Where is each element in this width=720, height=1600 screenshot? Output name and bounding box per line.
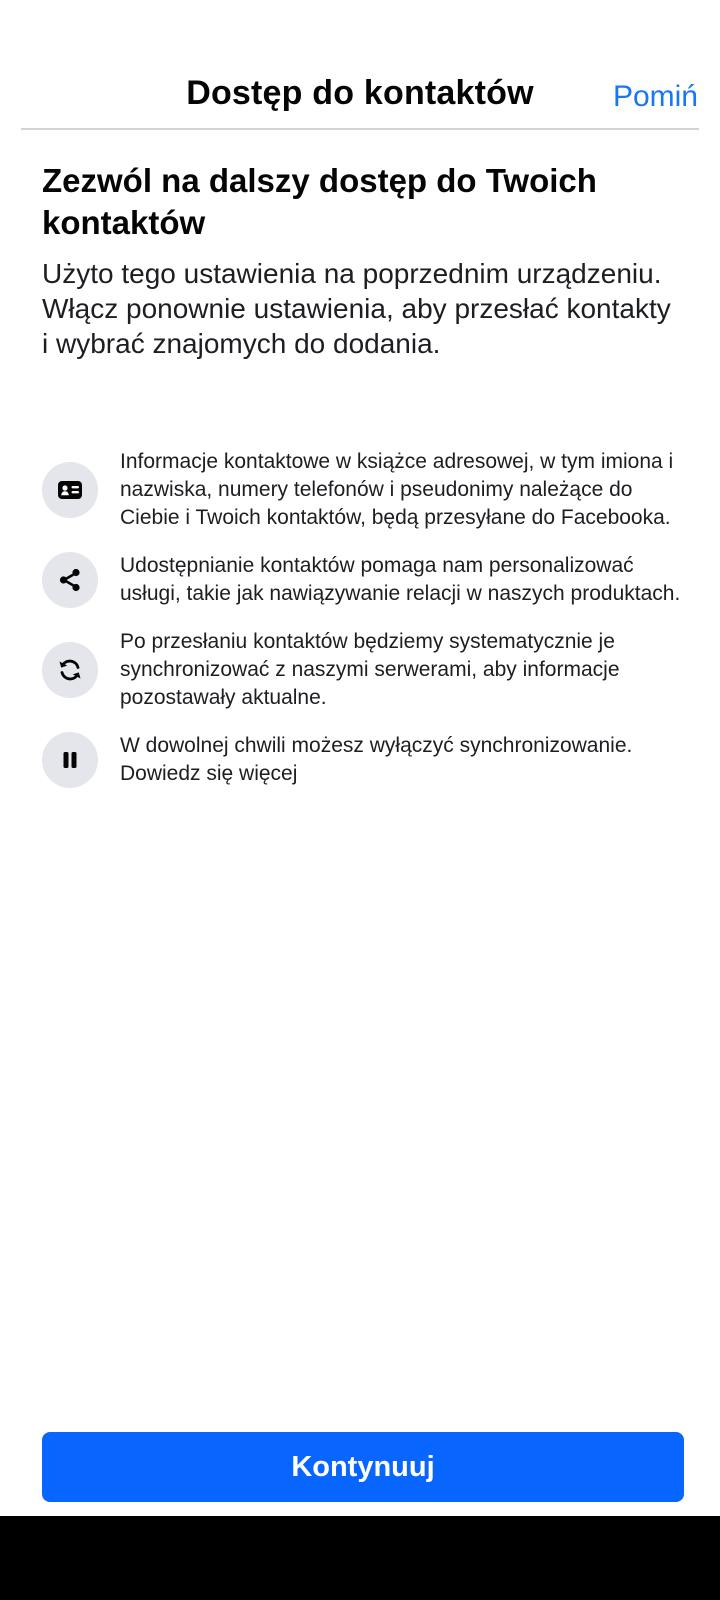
info-item-pause: W dowolnej chwili możesz wyłączyć synchr… — [42, 732, 682, 788]
pause-info-text: W dowolnej chwili możesz wyłączyć synchr… — [120, 734, 633, 757]
continue-button[interactable]: Kontynuuj — [42, 1432, 684, 1502]
share-icon — [42, 552, 98, 608]
info-text: Informacje kontaktowe w książce adresowe… — [120, 450, 674, 529]
info-item-sharing: Udostępnianie kontaktów pomaga nam perso… — [42, 552, 682, 608]
pause-icon — [42, 732, 98, 788]
info-list: Informacje kontaktowe w książce adresowe… — [42, 448, 682, 808]
info-item-sync: Po przesłaniu kontaktów będziemy systema… — [42, 628, 682, 712]
sync-icon — [42, 642, 98, 698]
header-divider — [21, 128, 699, 130]
description-text: Użyto tego ustawienia na poprzednim urzą… — [42, 258, 671, 359]
contact-card-icon — [42, 462, 98, 518]
learn-more-link[interactable]: Dowiedz się więcej — [120, 762, 297, 785]
system-navigation-bar — [0, 1516, 720, 1600]
info-item-contact-info: Informacje kontaktowe w książce adresowe… — [42, 448, 682, 532]
info-text: Udostępnianie kontaktów pomaga nam perso… — [120, 554, 681, 605]
intro-section: Zezwól na dalszy dostęp do Twoich kontak… — [42, 160, 682, 361]
info-text: Po przesłaniu kontaktów będziemy systema… — [120, 630, 620, 709]
skip-button[interactable]: Pomiń — [613, 80, 698, 114]
main-heading: Zezwól na dalszy dostęp do Twoich kontak… — [42, 162, 597, 241]
info-text: W dowolnej chwili możesz wyłączyć synchr… — [120, 732, 682, 788]
top-header: Dostęp do kontaktów Pomiń — [0, 60, 720, 130]
